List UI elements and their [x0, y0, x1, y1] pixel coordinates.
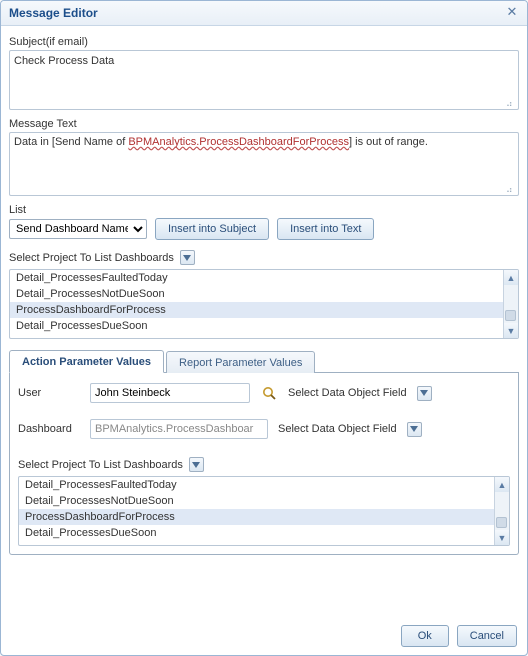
message-text-content[interactable]: Data in [Send Name of BPMAnalytics.Proce… [14, 136, 514, 148]
cancel-button[interactable]: Cancel [457, 625, 517, 647]
scroll-down-icon[interactable]: ▼ [495, 530, 509, 545]
dashboards-listbox-lower[interactable]: Detail_ProcessesFaultedTodayDetail_Proce… [18, 476, 510, 546]
insert-into-subject-button[interactable]: Insert into Subject [155, 218, 269, 240]
parameter-tabs: Action Parameter Values Report Parameter… [9, 349, 519, 373]
message-label: Message Text [9, 118, 519, 130]
select-data-object-label-1: Select Data Object Field [288, 387, 407, 399]
search-icon[interactable] [260, 384, 278, 402]
user-input[interactable] [90, 383, 250, 403]
ok-button[interactable]: Ok [401, 625, 449, 647]
user-label: User [18, 387, 80, 399]
listbox-items: Detail_ProcessesFaultedTodayDetail_Proce… [10, 270, 503, 338]
dialog-footer: Ok Cancel [401, 625, 517, 647]
dashboard-input[interactable] [90, 419, 268, 439]
select-project-text: Select Project To List Dashboards [9, 252, 174, 264]
list-item[interactable]: Detail_ProcessesFaultedToday [10, 270, 503, 286]
select-project-label-2: Select Project To List Dashboards [18, 457, 204, 472]
scroll-up-icon[interactable]: ▲ [504, 270, 518, 285]
resize-grip-icon: ⣠ [506, 183, 516, 193]
message-pre: Data in [Send Name of [14, 136, 128, 148]
list-item[interactable]: Detail_ProcessesDueSoon [19, 525, 494, 541]
message-post: ] is out of range. [349, 136, 428, 148]
subject-field-wrap: ⣠ [9, 50, 519, 110]
project-dropdown-icon-2[interactable] [189, 457, 204, 472]
titlebar: Message Editor ✕ [1, 1, 527, 26]
close-icon[interactable]: ✕ [505, 6, 519, 20]
dashboards-listbox-upper[interactable]: Detail_ProcessesFaultedTodayDetail_Proce… [9, 269, 519, 339]
scroll-thumb[interactable] [496, 517, 507, 528]
select-data-object-label-2: Select Data Object Field [278, 423, 397, 435]
listbox-items: Detail_ProcessesFaultedTodayDetail_Proce… [19, 477, 494, 545]
action-parameter-panel: User Select Data Object Field Dashboard … [9, 373, 519, 555]
list-select[interactable]: Send Dashboard Name [9, 219, 147, 239]
scroll-down-icon[interactable]: ▼ [504, 323, 518, 338]
message-editor-dialog: Message Editor ✕ Subject(if email) ⣠ Mes… [0, 0, 528, 656]
message-field-wrap[interactable]: Data in [Send Name of BPMAnalytics.Proce… [9, 132, 519, 196]
list-item[interactable]: ProcessDashboardForProcess [19, 509, 494, 525]
select-project-text-2: Select Project To List Dashboards [18, 459, 183, 471]
project-dropdown-icon[interactable] [180, 250, 195, 265]
list-item[interactable]: Detail_ProcessesNotDueSoon [10, 286, 503, 302]
scrollbar[interactable]: ▲ ▼ [503, 270, 518, 338]
scroll-up-icon[interactable]: ▲ [495, 477, 509, 492]
insert-into-text-button[interactable]: Insert into Text [277, 218, 374, 240]
tab-report-parameter-values[interactable]: Report Parameter Values [166, 351, 315, 373]
list-item[interactable]: Detail_ProcessesDueSoon [10, 318, 503, 334]
select-data-object-dropdown-2[interactable] [407, 422, 422, 437]
select-data-object-dropdown-1[interactable] [417, 386, 432, 401]
list-item[interactable]: ProcessDashboardForProcess [10, 302, 503, 318]
scrollbar[interactable]: ▲ ▼ [494, 477, 509, 545]
dialog-title: Message Editor [9, 6, 98, 20]
scroll-thumb[interactable] [505, 310, 516, 321]
subject-input[interactable] [14, 54, 514, 106]
subject-label: Subject(if email) [9, 36, 519, 48]
list-item[interactable]: Detail_ProcessesNotDueSoon [19, 493, 494, 509]
select-project-label: Select Project To List Dashboards [9, 250, 195, 265]
list-item[interactable]: Detail_ProcessesFaultedToday [19, 477, 494, 493]
tab-action-parameter-values[interactable]: Action Parameter Values [9, 350, 164, 373]
message-spellcheck-span: BPMAnalytics.ProcessDashboardForProcess [128, 136, 349, 148]
dashboard-label: Dashboard [18, 423, 80, 435]
list-label: List [9, 204, 519, 216]
